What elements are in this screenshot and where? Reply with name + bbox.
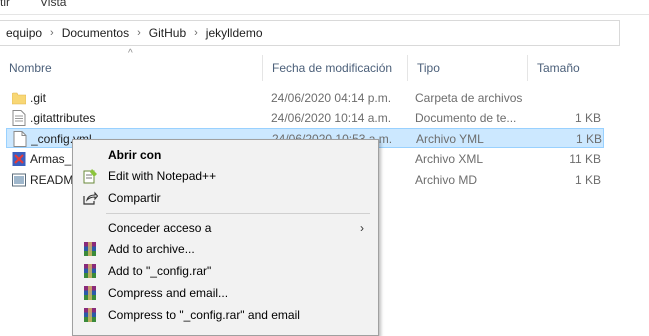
file-type: Archivo YML	[416, 132, 484, 146]
file-size: 1 KB	[574, 111, 601, 125]
file-date: 24/06/2020 10:14 a.m.	[271, 111, 392, 125]
menu-item-label: Compress and email...	[108, 286, 229, 300]
menu-item-compress-rar-email[interactable]: Compress to "_config.rar" and email	[75, 304, 374, 326]
winrar-icon	[84, 286, 96, 300]
file-row[interactable]: .git 24/06/2020 04:14 p.m. Carpeta de ar…	[6, 88, 604, 108]
column-header-size[interactable]: Tamaño	[528, 55, 608, 81]
ribbon-tab-share[interactable]: tir	[0, 0, 10, 9]
file-size	[536, 88, 601, 108]
md-file-icon	[12, 173, 26, 187]
breadcrumb: equipo › Documentos › GitHub › jekylldem…	[4, 21, 265, 45]
menu-item-label: Compress to "_config.rar" and email	[108, 308, 300, 322]
file-size: 1 KB	[575, 132, 602, 146]
menu-item-share[interactable]: Compartir	[75, 187, 374, 209]
file-type: Archivo XML	[415, 152, 484, 166]
text-file-icon	[12, 110, 26, 126]
file-name: .git	[30, 91, 47, 105]
file-type: Documento de te...	[415, 111, 517, 125]
breadcrumb-jekylldemo[interactable]: jekylldemo	[204, 26, 265, 40]
file-date: 24/06/2020 04:14 p.m.	[271, 91, 392, 105]
menu-item-grant-access[interactable]: Conceder acceso a ›	[75, 217, 374, 239]
menu-item-open-with[interactable]: Abrir con	[75, 144, 374, 166]
xml-file-icon	[12, 152, 26, 166]
menu-item-label: Abrir con	[108, 148, 162, 162]
chevron-right-icon[interactable]: ›	[131, 27, 147, 39]
menu-item-compress-email[interactable]: Compress and email...	[75, 282, 374, 304]
menu-item-label: Compartir	[108, 191, 161, 205]
ribbon-tabs: tir Vista	[0, 0, 649, 14]
file-size: 1 KB	[574, 173, 601, 187]
file-size: 11 KB	[569, 152, 601, 166]
file-type: Carpeta de archivos	[415, 91, 523, 105]
ribbon-divider	[0, 14, 649, 15]
file-type: Archivo MD	[415, 173, 478, 187]
address-refresh-area[interactable]	[619, 20, 649, 46]
breadcrumb-github[interactable]: GitHub	[147, 26, 188, 40]
column-header-type[interactable]: Tipo	[408, 55, 528, 81]
winrar-icon	[84, 264, 96, 278]
menu-item-add-rar[interactable]: Add to "_config.rar"	[75, 260, 374, 282]
chevron-right-icon: ›	[360, 221, 364, 235]
menu-item-label: Add to archive...	[108, 242, 195, 256]
menu-item-label: Conceder acceso a	[108, 221, 212, 235]
column-headers: Nombre Fecha de modificación Tipo Tamaño	[0, 55, 649, 81]
context-menu: Abrir con Edit with Notepad++ Compartir …	[72, 139, 379, 336]
breadcrumb-equipo[interactable]: equipo	[4, 26, 44, 40]
menu-item-label: Edit with Notepad++	[108, 169, 217, 183]
menu-item-edit-notepad[interactable]: Edit with Notepad++	[75, 165, 374, 187]
ribbon-tab-view[interactable]: Vista	[40, 0, 66, 9]
notepad-plus-plus-icon	[83, 169, 97, 184]
menu-item-add-archive[interactable]: Add to archive...	[75, 238, 374, 260]
menu-separator	[106, 213, 370, 214]
file-name: .gitattributes	[30, 111, 96, 125]
chevron-right-icon[interactable]: ›	[188, 27, 204, 39]
file-icon	[13, 131, 27, 147]
folder-icon	[12, 92, 26, 105]
file-row[interactable]: .gitattributes 24/06/2020 10:14 a.m. Doc…	[6, 108, 604, 128]
address-bar[interactable]: equipo › Documentos › GitHub › jekylldem…	[0, 20, 621, 46]
menu-item-label: Add to "_config.rar"	[108, 264, 212, 278]
share-icon	[83, 191, 98, 205]
winrar-icon	[84, 242, 96, 256]
sort-ascending-icon: ^	[128, 48, 133, 59]
winrar-icon	[84, 308, 96, 322]
breadcrumb-documentos[interactable]: Documentos	[60, 26, 131, 40]
chevron-right-icon[interactable]: ›	[44, 27, 60, 39]
column-header-date[interactable]: Fecha de modificación	[263, 55, 408, 81]
